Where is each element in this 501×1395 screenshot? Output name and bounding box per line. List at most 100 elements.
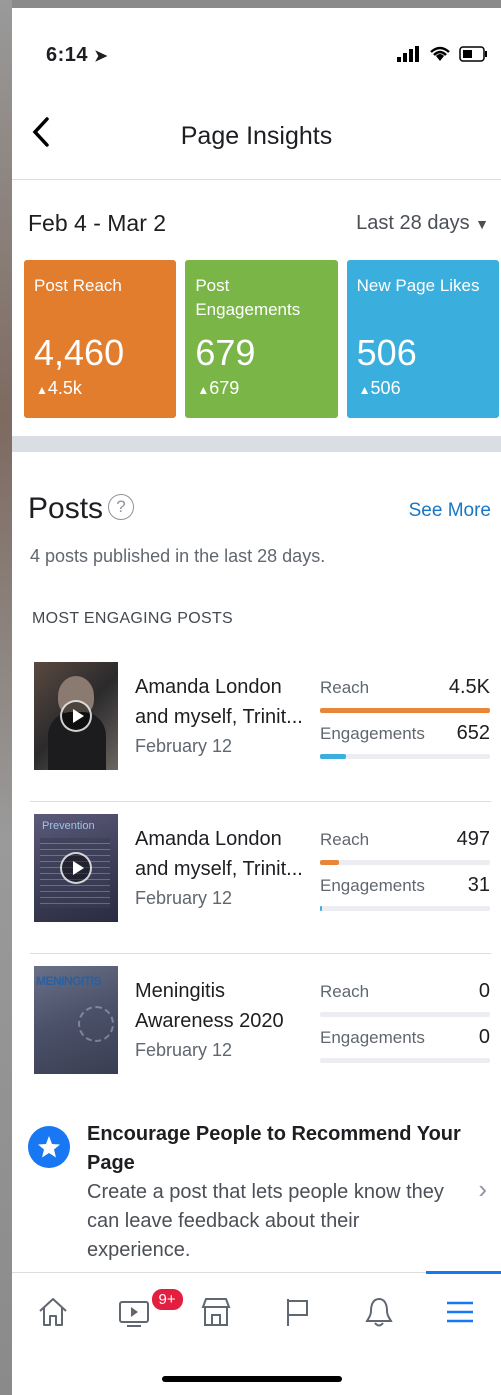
- help-icon[interactable]: ?: [108, 494, 134, 520]
- star-shape: [38, 1136, 60, 1158]
- post-item[interactable]: Prevention Amanda London and myself, Tri…: [12, 802, 501, 954]
- up-triangle-icon: ▲: [36, 383, 48, 397]
- signal-icon: [397, 46, 419, 62]
- reach-value: 0: [478, 980, 490, 1002]
- new-page-likes-card[interactable]: New Page Likes 506 ▲506: [346, 260, 499, 418]
- reach-bar-fill: [320, 860, 339, 865]
- status-time: 6:14 ➤: [46, 44, 108, 67]
- status-bar: 6:14 ➤: [12, 8, 501, 88]
- card-label: New Page Likes: [356, 276, 480, 295]
- reach-value: 4.5K: [448, 676, 490, 698]
- posts-title: Posts: [28, 492, 104, 525]
- flag-icon: [287, 1299, 309, 1326]
- engagements-metric: Engagements 31: [320, 874, 490, 920]
- reach-metric: Reach 497: [320, 828, 490, 874]
- reach-label: Reach: [320, 982, 370, 1001]
- card-delta-value: 506: [370, 378, 401, 398]
- engagements-bar-fill: [320, 754, 346, 759]
- prompt-body: Create a post that lets people know they…: [87, 1181, 444, 1261]
- card-delta: ▲506: [359, 378, 401, 399]
- phone-screen: 6:14 ➤ Page Insights Feb 4 - Mar 2 Last …: [12, 8, 501, 1395]
- post-thumbnail: [34, 662, 118, 770]
- home-indicator: [162, 1376, 342, 1382]
- background-strip: [0, 0, 12, 1395]
- play-icon: [60, 700, 92, 732]
- tab-home[interactable]: [12, 1273, 94, 1362]
- engagements-bar-track: [320, 906, 490, 911]
- posts-subtitle: 4 posts published in the last 28 days.: [30, 546, 326, 566]
- reach-value: 497: [456, 828, 490, 850]
- video-icon: [119, 1301, 150, 1327]
- most-engaging-label: MOST ENGAGING POSTS: [32, 610, 233, 627]
- post-date: February 12: [135, 736, 233, 756]
- post-reach-card[interactable]: Post Reach 4,460 ▲4.5k: [24, 260, 177, 418]
- post-item[interactable]: Amanda London and myself, Trinit... Febr…: [12, 650, 501, 802]
- recommend-page-prompt[interactable]: Encourage People to Recommend Your Page …: [12, 1106, 501, 1266]
- status-icons: [397, 46, 489, 62]
- card-delta: ▲679: [197, 378, 239, 399]
- card-value: 506: [356, 332, 417, 373]
- up-triangle-icon: ▲: [358, 383, 371, 397]
- thumbnail-heading: MENINGITIS: [36, 974, 102, 988]
- reach-bar-fill: [320, 708, 490, 713]
- engagements-value: 0: [478, 1026, 490, 1048]
- reach-metric: Reach 0: [320, 980, 490, 1026]
- tab-watch[interactable]: 9+: [94, 1273, 185, 1362]
- reach-label: Reach: [320, 678, 370, 697]
- engagements-metric: Engagements 0: [320, 1026, 490, 1072]
- location-arrow-icon: ➤: [94, 48, 108, 65]
- tab-marketplace[interactable]: [175, 1273, 257, 1362]
- engagements-bar-track: [320, 1058, 490, 1063]
- page-title: Page Insights: [180, 122, 333, 150]
- wifi-icon: [430, 46, 450, 61]
- card-value: 679: [195, 332, 256, 373]
- tab-bar: 9+: [12, 1271, 501, 1362]
- reach-bar-track: [320, 1012, 490, 1017]
- navigation-bar: Page Insights: [12, 88, 501, 180]
- post-thumbnail: Prevention: [34, 814, 118, 922]
- reach-bar-track: [320, 860, 490, 865]
- post-item[interactable]: MENINGITIS Meningitis Awareness 2020 Feb…: [12, 954, 501, 1106]
- tab-notifications[interactable]: [338, 1273, 420, 1362]
- section-divider: [12, 436, 501, 452]
- post-thumbnail: MENINGITIS: [34, 966, 118, 1074]
- see-more-link[interactable]: See More: [409, 500, 491, 522]
- post-engagements-card[interactable]: Post Engagements 679 ▲679: [185, 260, 338, 418]
- tab-pages[interactable]: [257, 1273, 339, 1362]
- post-date: February 12: [135, 1040, 233, 1060]
- thumbnail-heading: Prevention: [42, 820, 95, 832]
- engagements-bar-fill: [320, 906, 322, 911]
- reach-label: Reach: [320, 830, 370, 849]
- card-label: Post Engagements: [195, 276, 301, 319]
- caret-down-icon: ▼: [475, 216, 489, 232]
- battery-icon: [459, 46, 487, 62]
- prompt-title: Encourage People to Recommend Your Page: [87, 1123, 461, 1174]
- shop-icon: [201, 1298, 231, 1326]
- period-dropdown[interactable]: Last 28 days ▼: [356, 212, 489, 235]
- engagements-value: 31: [467, 874, 490, 896]
- date-range: Feb 4 - Mar 2: [28, 210, 167, 236]
- engagements-label: Engagements: [320, 724, 425, 743]
- card-value: 4,460: [34, 332, 125, 373]
- card-label: Post Reach: [34, 276, 122, 295]
- card-delta-value: 4.5k: [47, 378, 82, 398]
- bell-icon: [365, 1297, 393, 1327]
- up-triangle-icon: ▲: [197, 383, 210, 397]
- post-date: February 12: [135, 888, 233, 908]
- home-icon: [39, 1298, 67, 1326]
- reach-metric: Reach 4.5K: [320, 676, 490, 722]
- star-icon: [28, 1126, 70, 1168]
- engagements-label: Engagements: [320, 1028, 425, 1047]
- engagements-label: Engagements: [320, 876, 425, 895]
- post-title: Amanda London and myself, Trinit...: [135, 828, 303, 880]
- card-delta: ▲4.5k: [36, 378, 82, 399]
- status-time-text: 6:14: [46, 44, 89, 66]
- post-title: Meningitis Awareness 2020: [135, 980, 284, 1032]
- virus-graphic: [78, 1006, 114, 1042]
- period-label: Last 28 days: [356, 212, 470, 234]
- tab-menu[interactable]: [420, 1271, 501, 1362]
- engagements-bar-track: [320, 754, 490, 759]
- post-title: Amanda London and myself, Trinit...: [135, 676, 303, 728]
- chevron-right-icon: ›: [478, 1174, 487, 1204]
- menu-icon: [447, 1301, 474, 1323]
